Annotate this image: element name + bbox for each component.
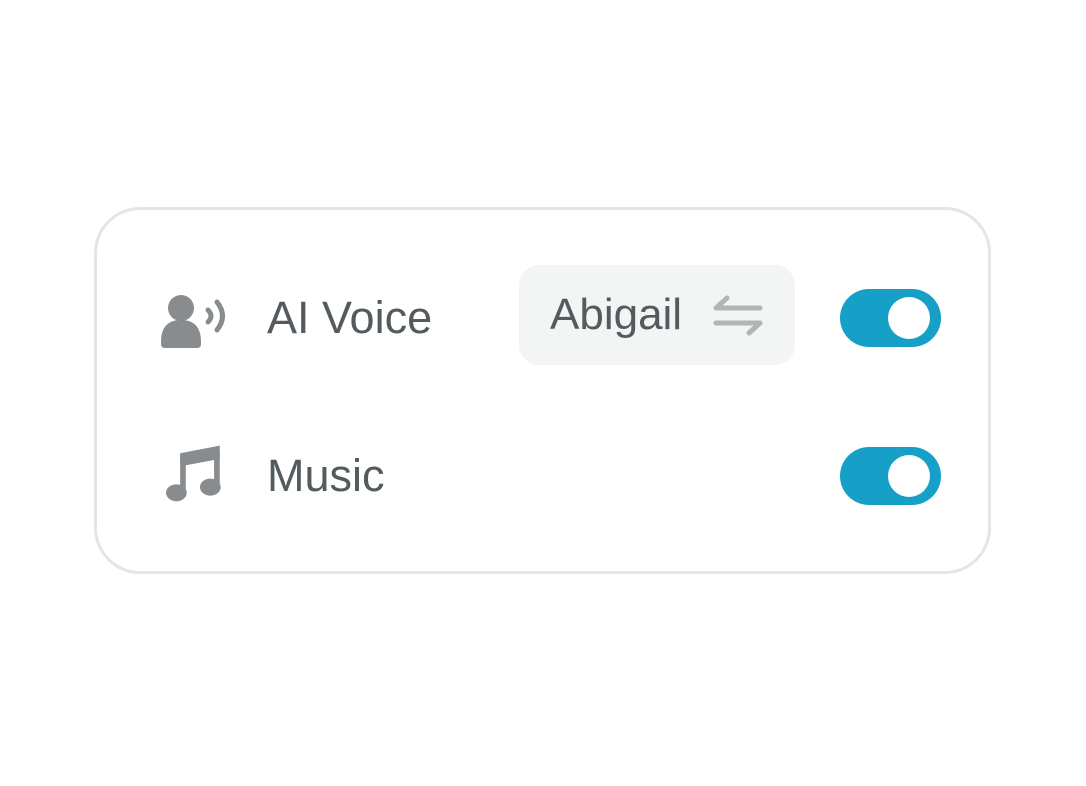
swap-arrows-icon	[713, 295, 763, 336]
music-toggle[interactable]	[840, 447, 941, 505]
toggle-knob	[888, 455, 930, 497]
ai-voice-toggle[interactable]	[840, 289, 941, 347]
music-note-icon	[166, 445, 221, 502]
music-label: Music	[267, 450, 385, 501]
toggle-knob	[888, 297, 930, 339]
music-row: Music	[97, 426, 988, 526]
audio-settings-card: AI Voice Abigail Music	[94, 207, 991, 574]
voice-selector-button[interactable]: Abigail	[519, 265, 795, 365]
selected-voice-name: Abigail	[550, 290, 683, 339]
voice-person-icon	[161, 295, 225, 348]
ai-voice-label: AI Voice	[267, 292, 433, 343]
ai-voice-row: AI Voice Abigail	[97, 265, 988, 368]
